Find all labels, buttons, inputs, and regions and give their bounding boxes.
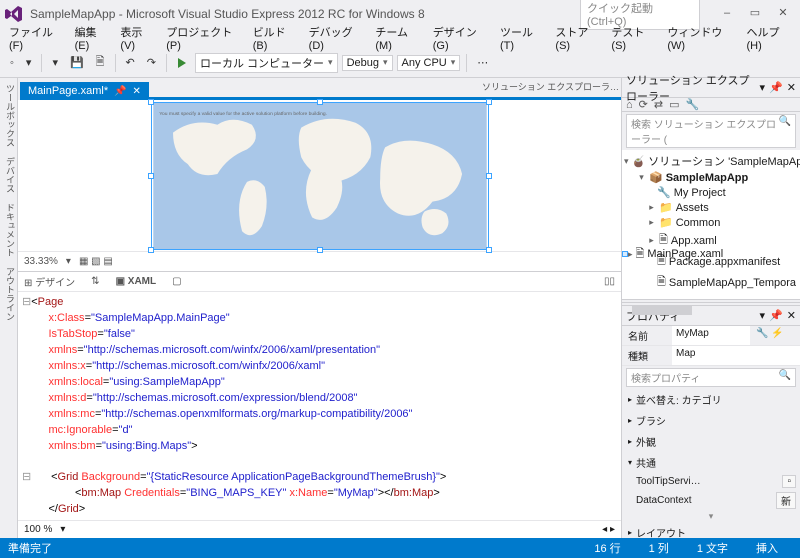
props-search[interactable]: 検索プロパティ🔍	[626, 368, 796, 387]
status-line: 16 行	[594, 540, 620, 556]
save-button[interactable]: 💾	[66, 54, 88, 71]
menu-design[interactable]: デザイン(G)	[428, 22, 493, 54]
solution-explorer-header: ソリューション エクスプローラー ▾ 📌 ✕	[622, 78, 800, 98]
grid-icon[interactable]: ▦ ▧ ▤	[79, 256, 113, 267]
tab-close-icon[interactable]: ✕	[133, 86, 141, 97]
menu-help[interactable]: ヘルプ(H)	[741, 22, 796, 54]
solution-toolbar: ⌂ ⟳ ⇄ ▭ 🔧	[622, 98, 800, 112]
menu-debug[interactable]: デバッグ(D)	[304, 22, 369, 54]
new-button[interactable]: ▾	[48, 54, 62, 71]
left-toolstrip: ツールボックス デバイス ドキュメント アウトライン	[0, 78, 18, 538]
group-brush[interactable]: ブラシ	[622, 410, 800, 431]
refresh-icon[interactable]: ⟳	[639, 98, 648, 111]
map-control[interactable]: You must specify a valid value for the a…	[151, 102, 489, 250]
prop-name-value[interactable]: MyMap	[672, 326, 750, 345]
maximize-button[interactable]: ▭	[742, 5, 768, 23]
close-icon[interactable]: ✕	[787, 81, 796, 94]
designer-pane: You must specify a valid value for the a…	[18, 100, 621, 272]
menu-tools[interactable]: ツール(T)	[495, 22, 548, 54]
menu-store[interactable]: ストア(S)	[550, 22, 604, 54]
pin-icon[interactable]: 📌	[769, 81, 783, 94]
minimize-button[interactable]: –	[714, 5, 740, 23]
svg-text:You must specify a valid value: You must specify a valid value for the a…	[159, 110, 327, 116]
home-icon[interactable]: ⌂	[626, 99, 633, 111]
toolbar-more[interactable]: ⋯	[473, 54, 492, 71]
world-map-icon: You must specify a valid value for the a…	[152, 103, 488, 249]
status-ready: 準備完了	[8, 540, 52, 556]
solution-search[interactable]: 検索 ソリューション エクスプローラー (🔍	[626, 114, 796, 148]
close-button[interactable]: ✕	[770, 5, 796, 23]
status-ins: 挿入	[756, 540, 778, 556]
editor-area: MainPage.xaml* 📌 ✕ ソリューション エクスプローラ…	[18, 78, 622, 538]
menu-edit[interactable]: 編集(E)	[70, 22, 114, 54]
show-all-icon[interactable]: ▭	[669, 98, 679, 111]
code-editor[interactable]: ⊟<Page x:Class="SampleMapApp.MainPage" I…	[18, 292, 621, 520]
device-tab[interactable]: デバイス	[0, 157, 17, 193]
search-icon: 🔍	[779, 116, 791, 146]
menu-project[interactable]: プロジェクト(P)	[161, 22, 245, 54]
config-combo[interactable]: Debug	[342, 55, 393, 71]
pin-icon[interactable]: 📌	[114, 86, 126, 97]
zoom-label[interactable]: 33.33%	[24, 256, 58, 267]
xaml-tab[interactable]: ▣ XAML	[116, 276, 157, 287]
prop-type-value: Map	[672, 346, 800, 365]
menu-bar: ファイル(F) 編集(E) 表示(V) プロジェクト(P) ビルド(B) デバッ…	[0, 28, 800, 48]
properties-pane: プロパティ▾📌✕ 名前MyMap🔧 ⚡ 種類Map 検索プロパティ🔍 並べ替え:…	[622, 305, 800, 543]
platform-combo[interactable]: Any CPU	[397, 55, 461, 71]
popout-icon[interactable]: ▢	[172, 276, 181, 287]
menu-team[interactable]: チーム(M)	[370, 22, 425, 54]
undo-button[interactable]: ↶	[122, 54, 139, 71]
tree-mainpage-xaml: ▸🗎MainPage.xaml	[622, 251, 628, 257]
design-canvas[interactable]: You must specify a valid value for the a…	[18, 100, 621, 251]
doc-outline-tab[interactable]: ドキュメント アウトライン	[0, 203, 17, 321]
start-debug-button[interactable]	[173, 55, 191, 71]
right-pane: ソリューション エクスプローラー ▾ 📌 ✕ ⌂ ⟳ ⇄ ▭ 🔧 検索 ソリュー…	[622, 78, 800, 538]
sync-icon[interactable]: ⇄	[654, 98, 663, 111]
document-tabs: MainPage.xaml* 📌 ✕ ソリューション エクスプローラ…	[18, 78, 621, 100]
solution-tree[interactable]: ▾🧉ソリューション 'SampleMapApp' (1 ▾📦SampleMapA…	[622, 150, 800, 300]
dropdown-icon[interactable]: ▾	[760, 81, 766, 94]
save-all-button[interactable]: 🗎	[92, 51, 109, 74]
nav-fwd-button[interactable]: ▾	[22, 54, 36, 71]
menu-build[interactable]: ビルド(B)	[248, 22, 302, 54]
design-tab[interactable]: ⊞ デザイン	[24, 274, 75, 289]
window-title: SampleMapApp - Microsoft Visual Studio E…	[30, 7, 580, 21]
group-appearance[interactable]: 外観	[622, 431, 800, 452]
split-header: ⊞ デザイン ⇅ ▣ XAML ▢ ▯▯	[18, 272, 621, 292]
new-button[interactable]: 新	[776, 492, 796, 509]
group-common[interactable]: 共通	[622, 452, 800, 473]
nav-back-button[interactable]: ◦	[6, 55, 18, 71]
zoom-100[interactable]: 100 %	[24, 524, 52, 535]
properties-icon[interactable]: 🔧	[686, 98, 700, 111]
redo-button[interactable]: ↷	[143, 54, 160, 71]
vs-logo-icon	[4, 4, 24, 24]
menu-test[interactable]: テスト(S)	[606, 22, 660, 54]
status-char: 1 文字	[697, 540, 728, 556]
designer-footer: 33.33% ▾ ▦ ▧ ▤	[18, 251, 621, 271]
menu-file[interactable]: ファイル(F)	[4, 22, 68, 54]
sort-combo[interactable]: 並べ替え: カテゴリ	[622, 389, 800, 410]
code-footer: 100 %▾ ◂ ▸	[18, 520, 621, 538]
menu-view[interactable]: 表示(V)	[115, 22, 159, 54]
menu-window[interactable]: ウィンドウ(W)	[662, 22, 739, 54]
sol-explorer-collapsed-tab[interactable]: ソリューション エクスプローラ…	[482, 80, 619, 93]
tab-mainpage[interactable]: MainPage.xaml* 📌 ✕	[20, 82, 149, 100]
toolbox-tab[interactable]: ツールボックス	[0, 84, 17, 147]
tab-label: MainPage.xaml*	[28, 85, 108, 97]
debug-target-combo[interactable]: ローカル コンピューター	[195, 53, 338, 73]
split-h-icon[interactable]: ▯▯	[604, 276, 615, 287]
tree-hscroll[interactable]	[622, 302, 800, 303]
status-col: 1 列	[649, 540, 669, 556]
